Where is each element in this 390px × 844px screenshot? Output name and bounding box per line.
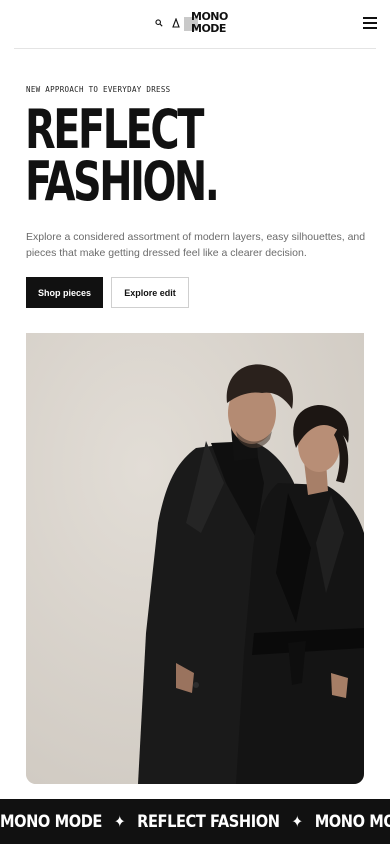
hamburger-menu-icon[interactable] xyxy=(363,16,377,30)
sparkle-icon: ✦ xyxy=(291,812,304,831)
user-icon[interactable] xyxy=(169,16,182,29)
hero-title-line-2: FASHION. xyxy=(25,150,220,213)
hero-eyebrow: NEW APPROACH TO EVERYDAY DRESS xyxy=(26,85,171,94)
sparkle-icon: ✦ xyxy=(114,812,126,831)
header-divider xyxy=(14,48,376,49)
explore-edit-button[interactable]: Explore edit xyxy=(111,277,189,308)
brand-logo[interactable]: MONO MODE xyxy=(184,9,228,35)
marquee-item-2: REFLECT FASHION xyxy=(137,811,280,832)
hero-title-line-1: REFLECT xyxy=(25,98,204,161)
shop-pieces-button[interactable]: Shop pieces xyxy=(26,277,103,308)
marquee-item-3: MONO MODE xyxy=(314,811,390,832)
hero-image xyxy=(26,333,364,784)
marquee-track: MONO MODE ✦ REFLECT FASHION ✦ MONO MODE xyxy=(0,812,390,832)
logo-line-2: MODE xyxy=(191,22,226,35)
hero-title: REFLECT FASHION. xyxy=(25,98,220,213)
logo-line-1: MONO xyxy=(191,10,228,23)
site-header: MONO MODE xyxy=(0,0,390,48)
brand-marquee: MONO MODE ✦ REFLECT FASHION ✦ MONO MODE xyxy=(0,799,390,844)
search-icon[interactable] xyxy=(152,16,165,29)
marquee-item-1: MONO MODE xyxy=(0,811,102,832)
hero-description: Explore a considered assortment of moder… xyxy=(26,231,366,259)
